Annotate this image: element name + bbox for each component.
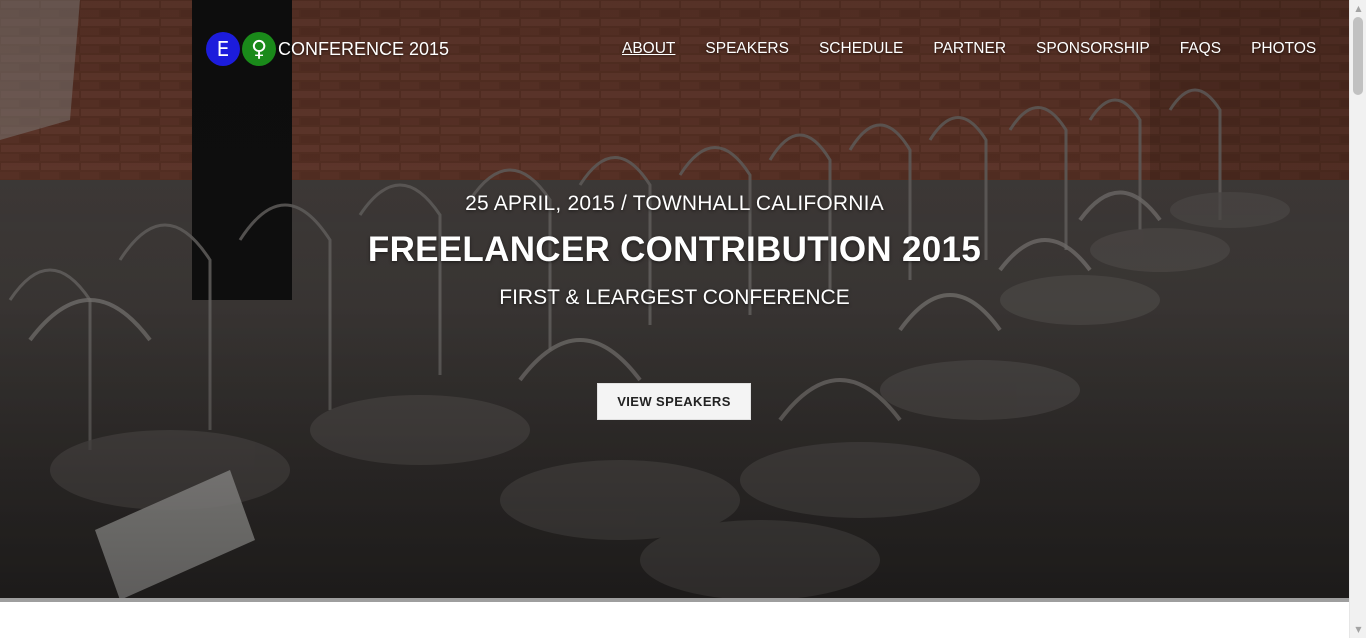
- nav-item-partner[interactable]: PARTNER: [933, 40, 1006, 58]
- nav-item-sponsorship[interactable]: SPONSORSHIP: [1036, 40, 1150, 58]
- site-logo[interactable]: E ♀ CONFERENCE 2015: [206, 31, 449, 67]
- logo-text: CONFERENCE 2015: [278, 38, 450, 59]
- nav-item-photos[interactable]: PHOTOS: [1251, 40, 1316, 58]
- nav-item-speakers[interactable]: SPEAKERS: [705, 40, 789, 58]
- page: E ♀ CONFERENCE 2015 ABOUT SPEAKERS SCHED…: [0, 0, 1366, 638]
- triangle-down-icon[interactable]: ▼: [1350, 621, 1366, 638]
- hero-title: FREELANCER CONTRIBUTION 2015: [367, 230, 982, 269]
- triangle-up-icon[interactable]: ▲: [1350, 0, 1366, 17]
- main-nav: ABOUT SPEAKERS SCHEDULE PARTNER SPONSORS…: [622, 38, 1316, 60]
- nav-item-faqs[interactable]: FAQS: [1180, 40, 1221, 58]
- nav-item-about[interactable]: ABOUT: [622, 40, 675, 58]
- hero-bottom-divider: [0, 598, 1349, 602]
- venus-symbol-icon: ♀: [242, 32, 276, 66]
- hero-date-location: 25 APRIL, 2015 / TOWNHALL CALIFORNIA: [465, 192, 884, 215]
- logo-e-badge: E: [206, 32, 240, 66]
- nav-item-schedule[interactable]: SCHEDULE: [819, 40, 903, 58]
- view-speakers-button[interactable]: VIEW SPEAKERS: [597, 383, 751, 420]
- hero-section: E ♀ CONFERENCE 2015 ABOUT SPEAKERS SCHED…: [0, 0, 1349, 600]
- page-scrollbar[interactable]: ▲ ▼: [1349, 0, 1366, 638]
- hero-subtitle: FIRST & LEARGEST CONFERENCE: [499, 286, 850, 309]
- scrollbar-thumb[interactable]: [1353, 17, 1363, 95]
